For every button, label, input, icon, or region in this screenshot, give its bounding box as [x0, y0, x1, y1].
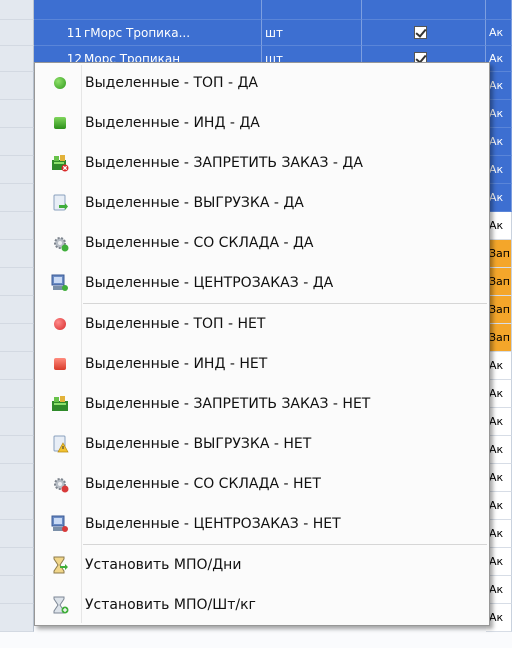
row-header[interactable] — [0, 492, 34, 520]
row-header[interactable] — [0, 0, 34, 20]
row-header[interactable] — [0, 156, 34, 184]
menu-item[interactable]: Установить МПО/Дни — [35, 545, 489, 585]
menu-item-label: Выделенные - ИНД - ДА — [85, 115, 260, 131]
row-header[interactable] — [0, 436, 34, 464]
menu-item-label: Установить МПО/Дни — [85, 557, 242, 573]
row-header[interactable] — [0, 46, 34, 72]
row-header[interactable] — [0, 604, 34, 632]
menu-item-label: Выделенные - СО СКЛАДА - НЕТ — [85, 476, 321, 492]
red-square-icon — [51, 355, 69, 373]
green-square-icon — [51, 114, 69, 132]
central-order-icon — [51, 274, 69, 292]
menu-item[interactable]: Выделенные - ТОП - ДА — [35, 63, 489, 103]
row-header[interactable] — [0, 408, 34, 436]
allow-order-icon — [51, 395, 69, 413]
block-order-icon — [51, 154, 69, 172]
row-header[interactable] — [0, 72, 34, 100]
row-header[interactable] — [0, 324, 34, 352]
menu-item-label: Выделенные - ЗАПРЕТИТЬ ЗАКАЗ - ДА — [85, 155, 363, 171]
menu-item-label: Выделенные - ЦЕНТРОЗАКАЗ - НЕТ — [85, 516, 341, 532]
row-number: 11 — [66, 26, 82, 40]
hourglass-arrow-icon — [51, 556, 69, 574]
flag-cell[interactable] — [362, 20, 486, 46]
table-row[interactable] — [0, 0, 512, 20]
context-menu: Выделенные - ТОП - ДА Выделенные - ИНД - … — [34, 62, 490, 626]
red-circle-icon — [51, 315, 69, 333]
menu-item-label: Выделенные - ЗАПРЕТИТЬ ЗАКАЗ - НЕТ — [85, 396, 371, 412]
menu-item-label: Выделенные - ТОП - ДА — [85, 75, 259, 91]
menu-item[interactable]: Выделенные - ВЫГРУЗКА - НЕТ — [35, 424, 489, 464]
row-header[interactable] — [0, 268, 34, 296]
menu-item[interactable]: Выделенные - СО СКЛАДА - ДА — [35, 223, 489, 263]
menu-item-label: Выделенные - ИНД - НЕТ — [85, 356, 268, 372]
central-order-off-icon — [51, 515, 69, 533]
row-header[interactable] — [0, 184, 34, 212]
row-header[interactable] — [0, 352, 34, 380]
menu-item[interactable]: Выделенные - ЗАПРЕТИТЬ ЗАКАЗ - ДА — [35, 143, 489, 183]
menu-item[interactable]: Выделенные - СО СКЛАДА - НЕТ — [35, 464, 489, 504]
row-header[interactable] — [0, 100, 34, 128]
menu-item-label: Выделенные - СО СКЛАДА - ДА — [85, 235, 314, 251]
unit-cell: шт — [262, 20, 362, 46]
row-header[interactable] — [0, 576, 34, 604]
menu-item-label: Выделенные - ВЫГРУЗКА - НЕТ — [85, 436, 312, 452]
row-header[interactable] — [0, 128, 34, 156]
menu-item-label: Установить МПО/Шт/кг — [85, 597, 256, 613]
menu-item[interactable]: Выделенные - ЦЕНТРОЗАКАЗ - ДА — [35, 263, 489, 303]
menu-item-label: Выделенные - ВЫГРУЗКА - ДА — [85, 195, 304, 211]
green-circle-icon — [51, 74, 69, 92]
menu-item-label: Выделенные - ЦЕНТРОЗАКАЗ - ДА — [85, 275, 334, 291]
row-header[interactable] — [0, 548, 34, 576]
product-name: гМорс Тропика... — [84, 26, 191, 40]
row-header[interactable] — [0, 296, 34, 324]
menu-item[interactable]: Установить МПО/Шт/кг — [35, 585, 489, 625]
menu-item[interactable]: Выделенные - ИНД - НЕТ — [35, 344, 489, 384]
export-warning-icon — [51, 435, 69, 453]
row-header[interactable] — [0, 380, 34, 408]
row-header[interactable] — [0, 240, 34, 268]
menu-item[interactable]: Выделенные - ИНД - ДА — [35, 103, 489, 143]
menu-item[interactable]: Выделенные - ЗАПРЕТИТЬ ЗАКАЗ - НЕТ — [35, 384, 489, 424]
menu-item[interactable]: Выделенные - ТОП - НЕТ — [35, 304, 489, 344]
menu-item[interactable]: Выделенные - ВЫГРУЗКА - ДА — [35, 183, 489, 223]
table-row[interactable]: 11 гМорс Тропика... шт Ак — [0, 20, 512, 46]
checkbox[interactable] — [414, 26, 427, 39]
menu-item-label: Выделенные - ТОП - НЕТ — [85, 316, 266, 332]
menu-item[interactable]: Выделенные - ЦЕНТРОЗАКАЗ - НЕТ — [35, 504, 489, 544]
warehouse-gear-icon — [51, 234, 69, 252]
row-header[interactable] — [0, 212, 34, 240]
row-header[interactable] — [0, 520, 34, 548]
row-header[interactable] — [0, 464, 34, 492]
warehouse-gear-off-icon — [51, 475, 69, 493]
export-icon — [51, 194, 69, 212]
status-cell: Ак — [486, 20, 512, 46]
hourglass-plus-icon — [51, 596, 69, 614]
row-header[interactable] — [0, 20, 34, 46]
